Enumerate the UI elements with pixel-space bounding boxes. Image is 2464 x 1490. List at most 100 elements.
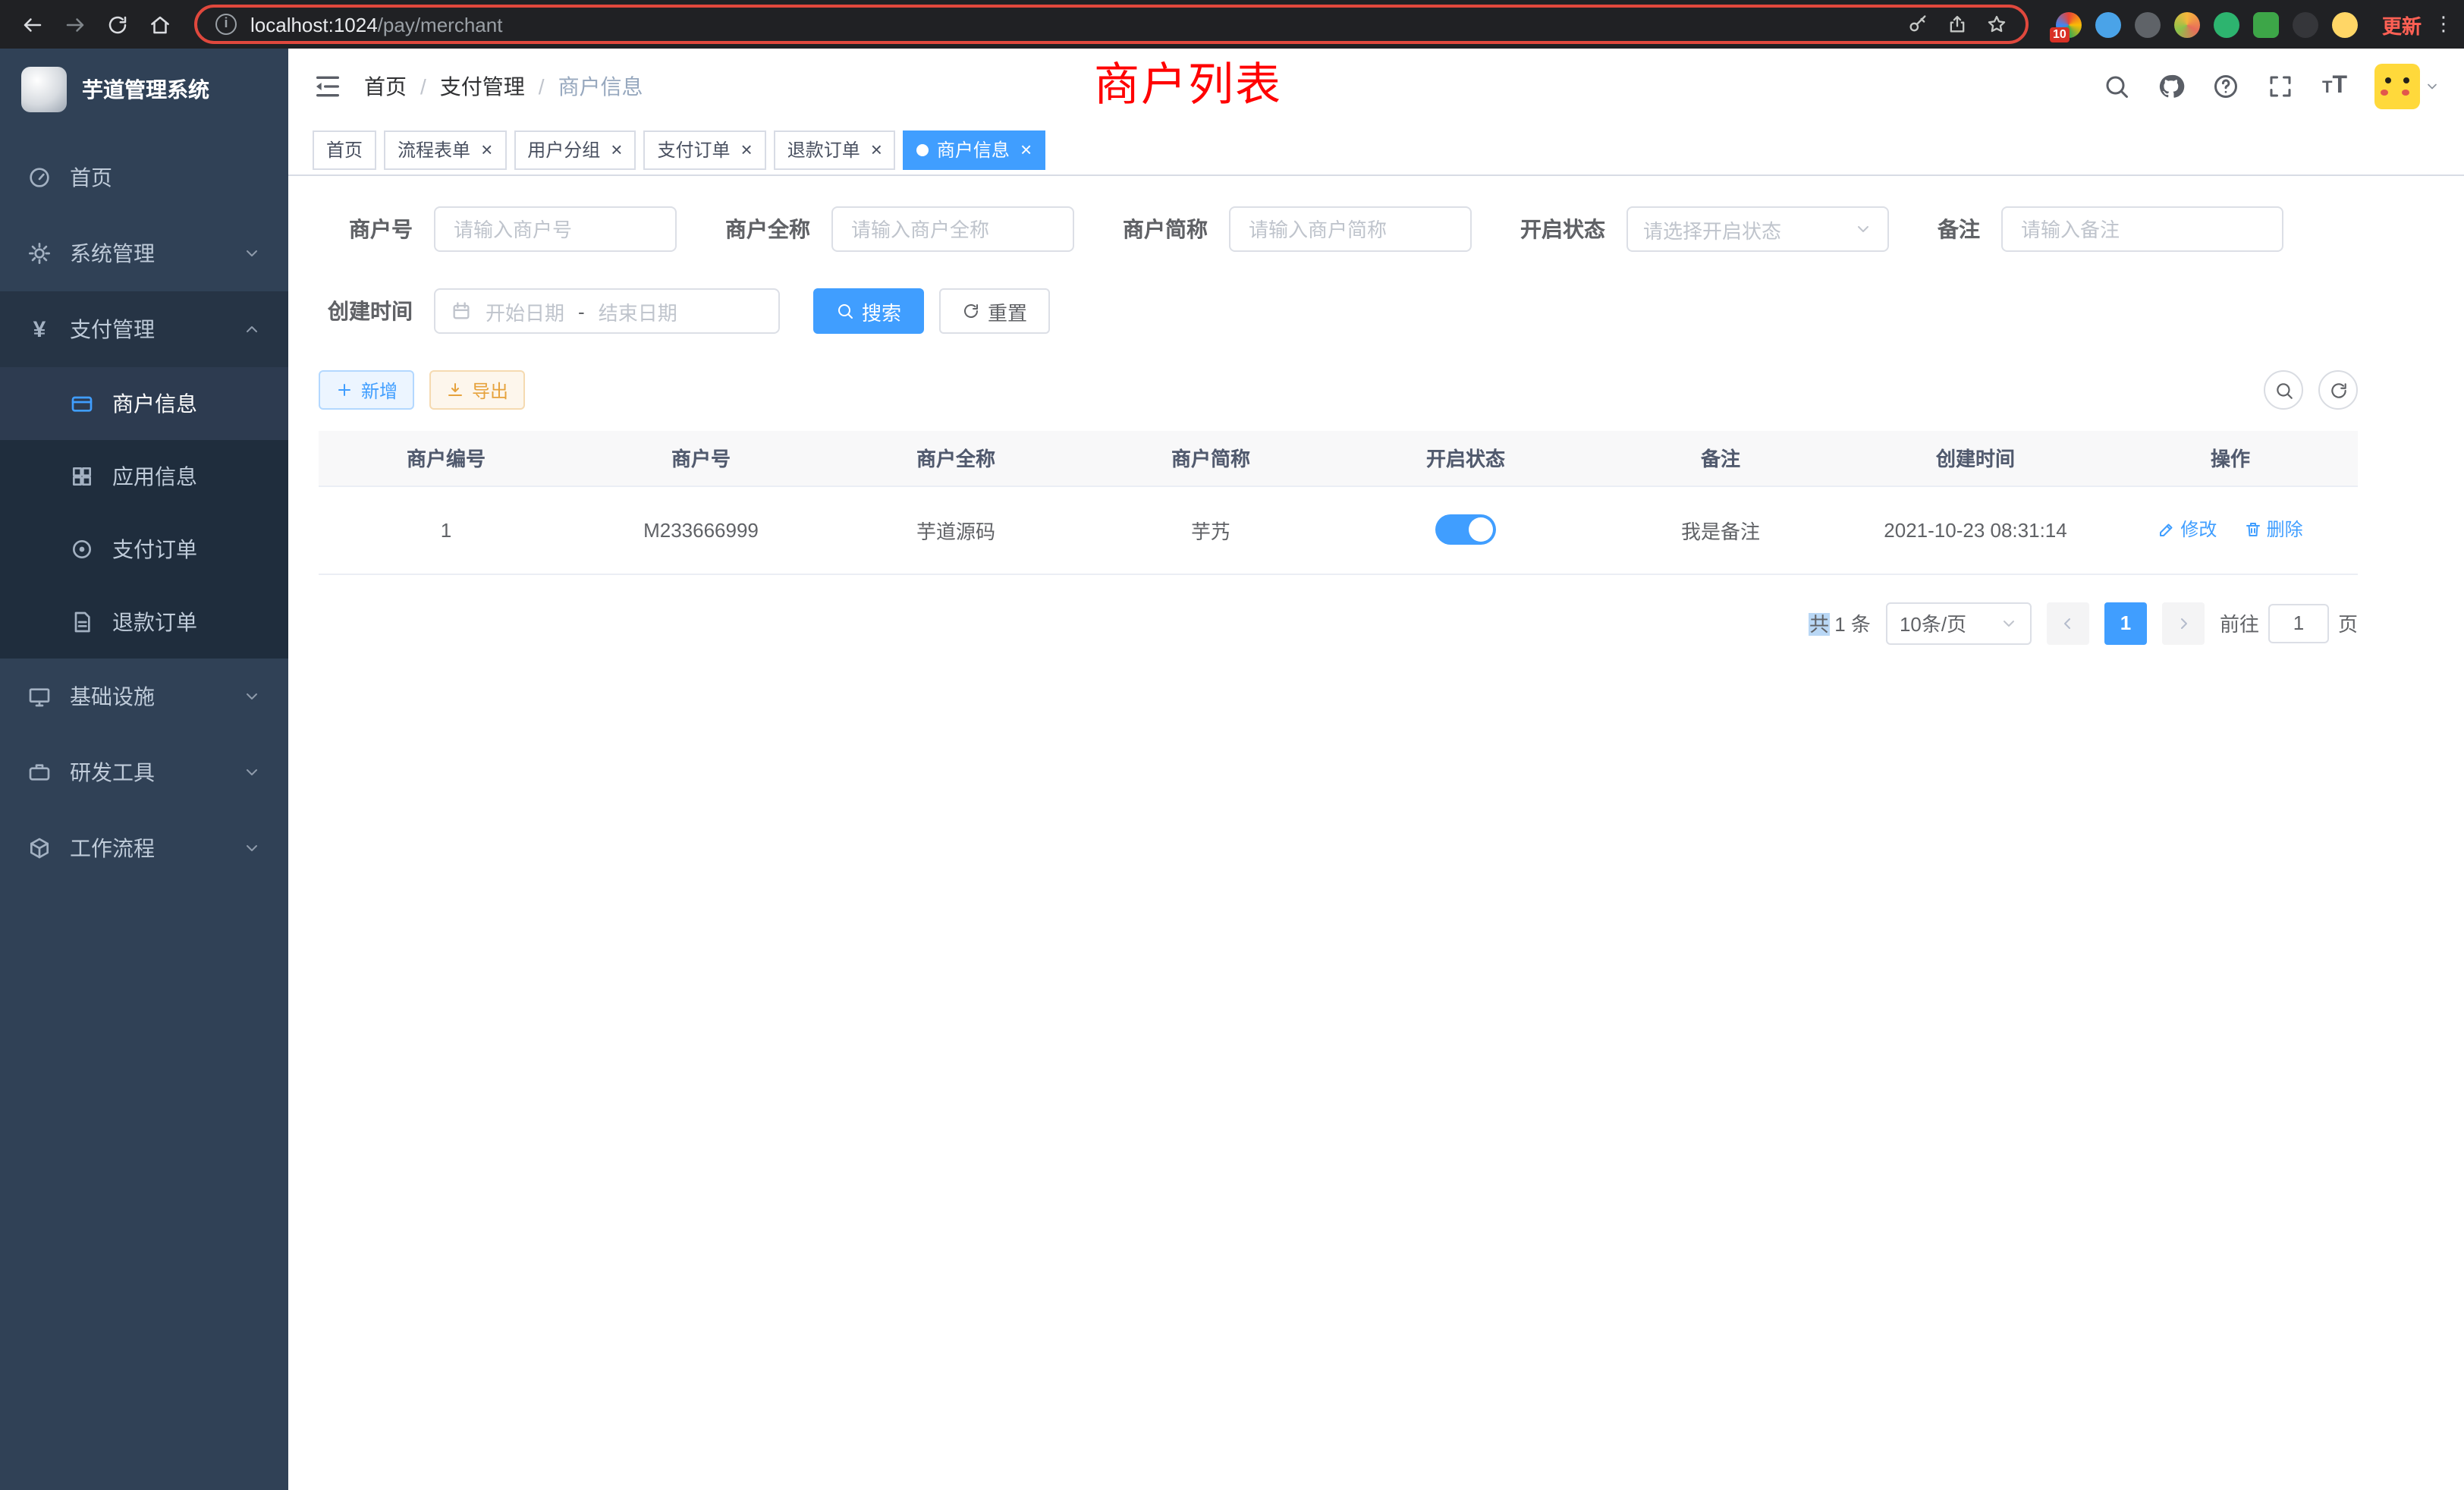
status-select[interactable]: 请选择开启状态: [1626, 206, 1889, 252]
document-icon: [70, 610, 94, 634]
reset-button-label: 重置: [988, 297, 1027, 325]
add-button-label: 新增: [361, 377, 398, 403]
tab-close-icon[interactable]: [1020, 139, 1032, 160]
cell-remark: 我是备注: [1593, 486, 1848, 574]
search-icon: [836, 302, 854, 320]
export-button[interactable]: 导出: [429, 370, 525, 410]
browser-reload-button[interactable]: [97, 5, 137, 44]
sidebar-item-label: 商户信息: [112, 388, 261, 419]
main-area: 首页 / 支付管理 / 商户信息 商户列表 TT 首页 流程表单: [288, 49, 2464, 1490]
extension-icon[interactable]: [2253, 11, 2279, 37]
password-key-icon[interactable]: [1907, 14, 1928, 35]
sidebar-item-home[interactable]: 首页: [0, 140, 288, 215]
tab-process-form[interactable]: 流程表单: [384, 130, 506, 169]
hamburger-icon[interactable]: [313, 71, 343, 102]
date-end-placeholder: 结束日期: [599, 297, 677, 325]
field-label: 商户全称: [725, 214, 810, 244]
search-button-label: 搜索: [862, 297, 901, 325]
merchant-no-input[interactable]: [434, 206, 677, 252]
sidebar-item-payment-orders[interactable]: 支付订单: [0, 513, 288, 586]
full-name-input[interactable]: [831, 206, 1074, 252]
share-icon[interactable]: [1947, 14, 1968, 35]
font-size-icon[interactable]: TT: [2322, 74, 2347, 99]
tab-user-group[interactable]: 用户分组: [514, 130, 636, 169]
browser-forward-button[interactable]: [55, 5, 94, 44]
bookmark-star-icon[interactable]: [1986, 14, 2007, 35]
extension-icon[interactable]: [2174, 11, 2200, 37]
top-navbar: 首页 / 支付管理 / 商户信息 商户列表 TT: [288, 49, 2464, 124]
app-logo[interactable]: 芋道管理系统: [0, 49, 288, 130]
toggle-search-button[interactable]: [2264, 370, 2303, 410]
cell-create-time: 2021-10-23 08:31:14: [1848, 486, 2103, 574]
short-name-input[interactable]: [1229, 206, 1472, 252]
sidebar-item-infrastructure[interactable]: 基础设施: [0, 659, 288, 734]
browser-menu-icon[interactable]: ⋮: [2434, 12, 2452, 36]
add-button[interactable]: 新增: [319, 370, 414, 410]
sidebar-item-merchant-info[interactable]: 商户信息: [0, 367, 288, 440]
tab-label: 用户分组: [527, 137, 600, 162]
page-number-button[interactable]: 1: [2104, 602, 2147, 644]
tab-close-icon[interactable]: [481, 139, 492, 160]
github-icon[interactable]: [2158, 73, 2186, 100]
extension-icon[interactable]: [2293, 11, 2318, 37]
page-size-select[interactable]: 10条/页: [1886, 602, 2032, 644]
sidebar-item-dev-tools[interactable]: 研发工具: [0, 734, 288, 810]
tab-payment-orders[interactable]: 支付订单: [643, 130, 765, 169]
breadcrumb-payment[interactable]: 支付管理: [440, 71, 525, 102]
search-button[interactable]: 搜索: [813, 288, 924, 334]
chevron-right-icon: [2174, 614, 2192, 632]
dashboard-icon: [27, 165, 52, 190]
refresh-table-button[interactable]: [2318, 370, 2358, 410]
filter-merchant-no: 商户号: [319, 206, 677, 252]
tag-view-bar: 首页 流程表单 用户分组 支付订单 退款订单 商户信息: [288, 124, 2464, 176]
active-tab-dot: [917, 143, 929, 156]
sidebar-item-refund-orders[interactable]: 退款订单: [0, 586, 288, 659]
extension-icon[interactable]: [2095, 11, 2121, 37]
tab-home[interactable]: 首页: [313, 130, 376, 169]
sidebar-item-app-info[interactable]: 应用信息: [0, 440, 288, 513]
sidebar-item-system[interactable]: 系统管理: [0, 215, 288, 291]
breadcrumb: 首页 / 支付管理 / 商户信息: [364, 71, 643, 102]
sidebar-item-payment[interactable]: ¥ 支付管理: [0, 291, 288, 367]
browser-update-button[interactable]: 更新: [2382, 10, 2422, 39]
help-icon[interactable]: [2213, 73, 2240, 100]
extension-icon[interactable]: [2135, 11, 2161, 37]
tab-close-icon[interactable]: [871, 139, 882, 160]
reset-button[interactable]: 重置: [939, 288, 1050, 334]
extension-icon[interactable]: [2214, 11, 2239, 37]
screen: i localhost:1024/pay/merchant 10 更新 ⋮ 芋道…: [0, 0, 2464, 1490]
prev-page-button[interactable]: [2047, 602, 2089, 644]
sidebar-item-label: 退款订单: [112, 607, 261, 637]
date-range-picker[interactable]: 开始日期 - 结束日期: [434, 288, 780, 334]
page-size-value: 10条/页: [1900, 608, 1966, 637]
sidebar-menu: 首页 系统管理 ¥ 支付管理 商户信息 应用信息: [0, 130, 288, 886]
browser-chrome: i localhost:1024/pay/merchant 10 更新 ⋮: [0, 0, 2464, 49]
tab-merchant-info[interactable]: 商户信息: [904, 130, 1045, 169]
url-bar[interactable]: i localhost:1024/pay/merchant: [194, 5, 2029, 44]
tab-close-icon[interactable]: [611, 139, 622, 160]
user-avatar-menu[interactable]: [2374, 64, 2440, 109]
browser-back-button[interactable]: [12, 5, 52, 44]
filter-create-time: 创建时间 开始日期 - 结束日期: [319, 288, 780, 334]
search-icon[interactable]: [2104, 73, 2131, 100]
status-toggle-on[interactable]: [1435, 514, 1496, 545]
col-merchant-no: 商户号: [574, 431, 828, 486]
col-create-time: 创建时间: [1848, 431, 2103, 486]
next-page-button[interactable]: [2162, 602, 2205, 644]
tab-refund-orders[interactable]: 退款订单: [774, 130, 896, 169]
tab-label: 退款订单: [787, 137, 860, 162]
tab-close-icon[interactable]: [741, 139, 753, 160]
goto-page-input[interactable]: [2268, 603, 2329, 643]
chevron-down-icon: [243, 687, 261, 706]
extension-icon[interactable]: 10: [2056, 11, 2082, 37]
filter-short-name: 商户简称: [1123, 206, 1472, 252]
delete-button[interactable]: 删除: [2244, 517, 2303, 542]
extension-icon[interactable]: [2332, 11, 2358, 37]
fullscreen-icon[interactable]: [2268, 73, 2295, 100]
site-info-icon[interactable]: i: [215, 14, 237, 35]
breadcrumb-home[interactable]: 首页: [364, 71, 407, 102]
remark-input[interactable]: [2001, 206, 2283, 252]
sidebar-item-workflow[interactable]: 工作流程: [0, 810, 288, 886]
edit-button[interactable]: 修改: [2158, 517, 2217, 542]
browser-home-button[interactable]: [140, 5, 179, 44]
